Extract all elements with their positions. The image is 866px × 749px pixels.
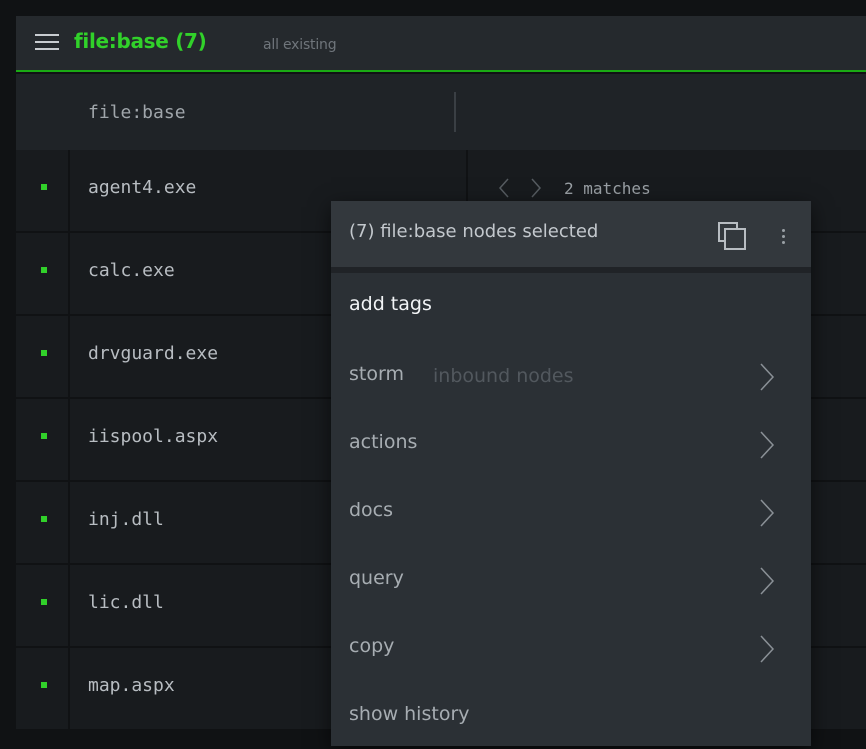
row-select-cell[interactable]: [16, 316, 70, 397]
top-bar: file:base (7) all existing: [16, 16, 866, 72]
selection-summary: (7) file:base nodes selected: [349, 221, 599, 242]
page-subtitle: all existing: [263, 37, 337, 53]
row-file-name: inj.dll: [88, 509, 164, 530]
selected-marker-icon: [41, 682, 47, 688]
table-header: file:base: [16, 74, 866, 150]
page-title: file:base (7): [74, 29, 207, 53]
context-menu: (7) file:base nodes selected add tags st…: [331, 201, 811, 746]
context-menu-items: add tags storm inbound nodes actions doc…: [331, 273, 811, 749]
row-select-cell[interactable]: [16, 399, 70, 480]
match-count: 2 matches: [564, 178, 651, 198]
column-resize-handle[interactable]: [454, 92, 456, 132]
selected-marker-icon: [41, 350, 47, 356]
menu-item-docs[interactable]: docs: [331, 477, 811, 545]
menu-item-copy[interactable]: copy: [331, 613, 811, 681]
chevron-right-icon[interactable]: [528, 176, 544, 200]
row-select-cell[interactable]: [16, 233, 70, 314]
menu-item-show-history[interactable]: show history: [331, 681, 811, 749]
menu-item-label: copy: [349, 635, 395, 657]
selected-marker-icon: [41, 433, 47, 439]
selected-marker-icon: [41, 599, 47, 605]
row-select-cell[interactable]: [16, 565, 70, 646]
selected-marker-icon: [41, 516, 47, 522]
row-select-cell[interactable]: [16, 482, 70, 563]
chevron-right-icon: [760, 567, 775, 595]
row-file-name: map.aspx: [88, 675, 175, 696]
selected-marker-icon: [41, 184, 47, 190]
menu-item-label: docs: [349, 499, 394, 521]
menu-item-label: storm: [349, 363, 404, 385]
row-file-name: iispool.aspx: [88, 426, 219, 447]
menu-item-label: actions: [349, 431, 418, 453]
match-navigator: 2 matches: [496, 176, 651, 200]
chevron-right-icon: [760, 499, 775, 527]
menu-item-query[interactable]: query: [331, 545, 811, 613]
menu-item-label: add tags: [349, 293, 432, 315]
row-file-name: agent4.exe: [88, 177, 197, 198]
menu-item-actions[interactable]: actions: [331, 409, 811, 477]
menu-item-add-tags[interactable]: add tags: [331, 273, 811, 341]
chevron-right-icon: [760, 363, 775, 391]
copy-icon[interactable]: [715, 219, 749, 253]
row-file-name: calc.exe: [88, 260, 175, 281]
selected-marker-icon: [41, 267, 47, 273]
chevron-right-icon: [760, 431, 775, 459]
more-vertical-icon[interactable]: [773, 219, 793, 253]
menu-item-label: show history: [349, 703, 470, 725]
hamburger-icon[interactable]: [34, 29, 60, 55]
row-select-cell[interactable]: [16, 648, 70, 729]
row-file-name: lic.dll: [88, 592, 164, 613]
row-file-name: drvguard.exe: [88, 343, 219, 364]
context-menu-header: (7) file:base nodes selected: [331, 201, 811, 273]
chevron-right-icon: [760, 635, 775, 663]
column-header-file-base[interactable]: file:base: [88, 102, 186, 123]
menu-item-storm[interactable]: storm inbound nodes: [331, 341, 811, 409]
row-select-cell[interactable]: [16, 150, 70, 231]
menu-item-hint: inbound nodes: [433, 365, 574, 387]
chevron-left-icon[interactable]: [496, 176, 512, 200]
menu-item-label: query: [349, 567, 404, 589]
